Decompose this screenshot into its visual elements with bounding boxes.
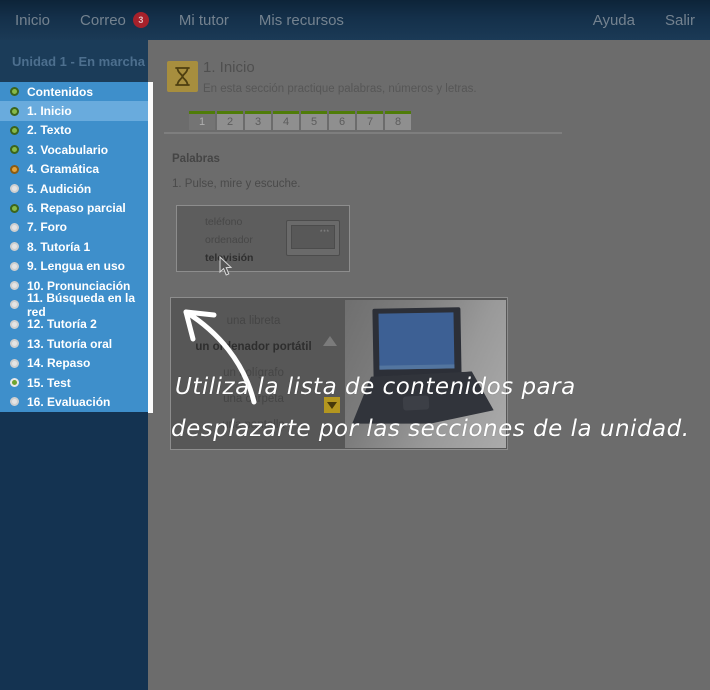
status-white-bullet-icon bbox=[10, 184, 19, 193]
word-item-un-ordenador-portatil[interactable]: un ordenador portátil bbox=[171, 334, 336, 360]
sidebar-item-label: 16. Evaluación bbox=[27, 395, 110, 409]
sidebar-item-label: 13. Tutoría oral bbox=[27, 337, 112, 351]
tab-4[interactable]: 4 bbox=[273, 111, 299, 130]
unit-title: Unidad 1 - En marcha bbox=[0, 40, 148, 82]
word-item-ordenador[interactable]: ordenador bbox=[205, 231, 253, 249]
sidebar-item-label: 9. Lengua en uso bbox=[27, 259, 125, 273]
sidebar-item-label: Contenidos bbox=[27, 85, 93, 99]
tab-7[interactable]: 7 bbox=[357, 111, 383, 130]
sidebar-item-label: 6. Repaso parcial bbox=[27, 201, 126, 215]
section-icon bbox=[167, 61, 198, 92]
word-box-1: teléfonoordenadortelevisión *** bbox=[176, 205, 350, 272]
annotation-text-line2: desplazarte por las secciones de la unid… bbox=[171, 416, 690, 442]
screen: InicioCorreo3Mi tutorMis recursos AyudaS… bbox=[0, 0, 710, 690]
sidebar-item-label: 4. Gramática bbox=[27, 162, 99, 176]
sidebar-item-8-tutoria-1[interactable]: 8. Tutoría 1 bbox=[0, 237, 148, 256]
status-ringed-bullet-icon bbox=[10, 378, 19, 387]
tab-1[interactable]: 1 bbox=[189, 111, 215, 130]
scroll-up-button[interactable] bbox=[323, 336, 337, 346]
status-white-bullet-icon bbox=[10, 262, 19, 271]
nav-right-group: AyudaSalir bbox=[578, 0, 710, 40]
status-white-bullet-icon bbox=[10, 397, 19, 406]
sidebar-item-label: 1. Inicio bbox=[27, 104, 72, 118]
sidebar-item-11-busqueda-en-la-red[interactable]: 11. Búsqueda en la red bbox=[0, 295, 148, 314]
status-white-bullet-icon bbox=[10, 300, 19, 309]
nav-item-ayuda[interactable]: Ayuda bbox=[578, 0, 650, 40]
hourglass-icon bbox=[171, 65, 194, 88]
tabs-divider bbox=[164, 132, 562, 134]
sidebar-item-15-test[interactable]: 15. Test bbox=[0, 373, 148, 392]
status-green-bullet-icon bbox=[10, 107, 19, 116]
sidebar-scrollbar[interactable] bbox=[148, 82, 153, 413]
sidebar-item-label: 7. Foro bbox=[27, 220, 67, 234]
mouse-cursor-icon bbox=[219, 256, 235, 278]
nav-item-mi-tutor[interactable]: Mi tutor bbox=[164, 0, 244, 40]
status-white-bullet-icon bbox=[10, 281, 19, 290]
sidebar-item-4-gramatica[interactable]: 4. Gramática bbox=[0, 160, 148, 179]
sidebar-list: Contenidos 1. Inicio 2. Texto 3. Vocabulari… bbox=[0, 82, 148, 412]
sidebar-item-2-texto[interactable]: 2. Texto bbox=[0, 121, 148, 140]
tab-8[interactable]: 8 bbox=[385, 111, 411, 130]
sidebar-item-contenidos[interactable]: Contenidos bbox=[0, 82, 148, 101]
sidebar-item-6-repaso-parcial[interactable]: 6. Repaso parcial bbox=[0, 198, 148, 217]
status-green-bullet-icon bbox=[10, 145, 19, 154]
sidebar-item-label: 5. Audición bbox=[27, 182, 91, 196]
status-white-bullet-icon bbox=[10, 339, 19, 348]
laptop-display bbox=[378, 312, 454, 369]
nav-item-correo[interactable]: Correo3 bbox=[65, 0, 164, 40]
tab-2[interactable]: 2 bbox=[217, 111, 243, 130]
sidebar-item-label: 14. Repaso bbox=[27, 356, 90, 370]
tv-glare: *** bbox=[320, 230, 330, 236]
tab-5[interactable]: 5 bbox=[301, 111, 327, 130]
word-item-una-libreta[interactable]: una libreta bbox=[171, 308, 336, 334]
sidebar: Unidad 1 - En marcha Contenidos 1. Inicio… bbox=[0, 40, 148, 690]
status-green-bullet-icon bbox=[10, 87, 19, 96]
sidebar-item-9-lengua-en-uso[interactable]: 9. Lengua en uso bbox=[0, 257, 148, 276]
word-item-telefono[interactable]: teléfono bbox=[205, 213, 253, 231]
sidebar-item-label: 12. Tutoría 2 bbox=[27, 317, 97, 331]
sidebar-item-16-evaluacion[interactable]: 16. Evaluación bbox=[0, 392, 148, 411]
correo-badge: 3 bbox=[133, 12, 149, 28]
sidebar-item-label: 3. Vocabulario bbox=[27, 143, 108, 157]
pagination-tabs: 12345678 bbox=[189, 111, 411, 130]
nav-item-mis-recursos[interactable]: Mis recursos bbox=[244, 0, 359, 40]
nav-item-inicio[interactable]: Inicio bbox=[0, 0, 65, 40]
sidebar-item-13-tutoria-oral[interactable]: 13. Tutoría oral bbox=[0, 334, 148, 353]
sidebar-item-label: 11. Búsqueda en la red bbox=[27, 291, 148, 319]
section-label: Palabras bbox=[172, 153, 220, 165]
sidebar-item-1-inicio[interactable]: 1. Inicio bbox=[0, 101, 148, 120]
top-navigation: InicioCorreo3Mi tutorMis recursos AyudaS… bbox=[0, 0, 710, 40]
annotation-text-line1: Utiliza la lista de contenidos para bbox=[175, 374, 576, 400]
nav-left-group: InicioCorreo3Mi tutorMis recursos bbox=[0, 0, 359, 40]
sidebar-item-label: 15. Test bbox=[27, 376, 71, 390]
status-green-bullet-icon bbox=[10, 204, 19, 213]
status-white-bullet-icon bbox=[10, 320, 19, 329]
status-white-bullet-icon bbox=[10, 359, 19, 368]
sidebar-item-label: 2. Texto bbox=[27, 123, 71, 137]
exercise-instruction: 1. Pulse, mire y escuche. bbox=[172, 178, 300, 190]
tab-6[interactable]: 6 bbox=[329, 111, 355, 130]
tv-screen: *** bbox=[291, 225, 335, 249]
status-orange-bullet-icon bbox=[10, 165, 19, 174]
sidebar-item-14-repaso[interactable]: 14. Repaso bbox=[0, 353, 148, 372]
laptop-taskbar bbox=[379, 364, 454, 369]
nav-item-salir[interactable]: Salir bbox=[650, 0, 710, 40]
status-white-bullet-icon bbox=[10, 223, 19, 232]
sidebar-item-3-vocabulario[interactable]: 3. Vocabulario bbox=[0, 140, 148, 159]
page-subtitle: En esta sección practique palabras, núme… bbox=[203, 83, 477, 95]
status-green-bullet-icon bbox=[10, 126, 19, 135]
tab-3[interactable]: 3 bbox=[245, 111, 271, 130]
sidebar-item-label: 8. Tutoría 1 bbox=[27, 240, 90, 254]
status-white-bullet-icon bbox=[10, 242, 19, 251]
sidebar-item-7-foro[interactable]: 7. Foro bbox=[0, 218, 148, 237]
sidebar-item-5-audicion[interactable]: 5. Audición bbox=[0, 179, 148, 198]
down-triangle-icon bbox=[327, 402, 337, 409]
laptop-screen bbox=[372, 307, 461, 379]
tv-illustration[interactable]: *** bbox=[286, 220, 340, 256]
page-title: 1. Inicio bbox=[203, 59, 255, 76]
